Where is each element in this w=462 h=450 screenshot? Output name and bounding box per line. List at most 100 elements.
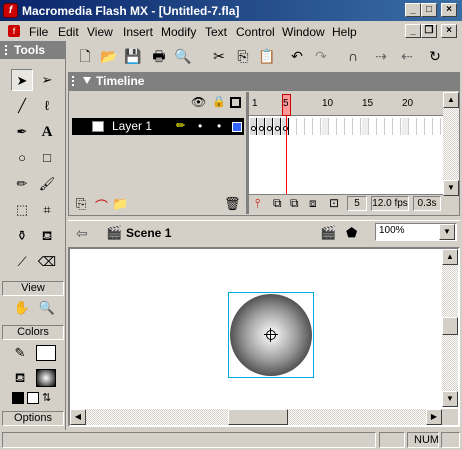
frame-cell[interactable] [394,118,401,135]
menu-view[interactable]: View [87,25,113,39]
menu-file[interactable]: File [29,25,48,39]
outline-icon[interactable] [230,97,241,108]
insert-folder-icon[interactable]: 📁 [112,196,128,212]
stage-hscroll[interactable]: ◀ ▶ [70,409,442,425]
stage-area[interactable]: ▲ ▼ ◀ ▶ [68,247,460,427]
rotate-icon[interactable]: ↻ [425,47,445,65]
scroll-right-button[interactable]: ▶ [426,409,442,425]
new-file-icon[interactable]: 🗋 [75,47,95,65]
cut-icon[interactable]: ✂ [209,47,229,65]
frame-cell[interactable] [410,118,417,135]
ink-bottle-tool-icon[interactable]: ⚱ [11,225,33,247]
menu-edit[interactable]: Edit [58,25,79,39]
frame-cell[interactable] [386,118,393,135]
frame-cell[interactable] [362,118,369,135]
insert-layer-icon[interactable]: ⎘ [76,196,86,212]
menu-control[interactable]: Control [236,25,275,39]
frame-cell[interactable] [298,118,305,135]
brush-tool-icon[interactable]: 🖌 [36,173,58,195]
eye-icon[interactable]: 👁 [191,95,206,109]
scroll-down-button[interactable]: ▼ [442,391,458,407]
edit-scene-icon[interactable]: 🎬 [320,225,336,241]
layer-color-box[interactable] [232,122,242,132]
menu-help[interactable]: Help [332,25,357,39]
menu-window[interactable]: Window [282,25,325,39]
lasso-tool-icon[interactable]: ℓ [36,95,58,117]
scroll-up-button[interactable]: ▲ [442,249,458,265]
paint-bucket-tool-icon[interactable]: ⛾ [36,225,58,247]
swap-colors-icon[interactable]: ⇅ [42,391,54,405]
lock-icon[interactable]: 🔒 [212,95,226,108]
pen-tool-icon[interactable]: ✒ [11,121,33,143]
arrow-tool-icon[interactable]: ➤ [11,69,33,91]
scroll-up-button[interactable]: ▲ [443,92,459,108]
frame-cell[interactable] [306,118,313,135]
keyframe-cell[interactable] [266,118,273,135]
layer-row[interactable]: Layer 1 ✏ • • [72,118,244,135]
frame-cell[interactable] [314,118,321,135]
fill-color-swatch[interactable] [36,369,56,387]
onion-skin-icon[interactable]: ⧉ [273,196,282,211]
print-preview-icon[interactable]: 🔍 [173,47,193,65]
keyframe-cell[interactable] [250,118,257,135]
doc-minimize-button[interactable]: _ [405,24,421,38]
add-guide-layer-icon[interactable]: ⌒ [95,196,108,215]
keyframe-cell[interactable] [258,118,265,135]
hand-tool-icon[interactable]: ✋ [11,297,33,319]
snap-magnet-icon[interactable]: ∩ [343,47,363,65]
redo-icon[interactable]: ↷ [311,47,331,65]
scroll-down-button[interactable]: ▼ [443,180,459,196]
keyframe-cell[interactable] [274,118,281,135]
zoom-tool-icon[interactable]: 🔍 [36,297,58,319]
modify-markers-icon[interactable]: ⊡ [329,196,339,210]
close-button[interactable]: × [441,3,457,17]
stage-vscroll[interactable]: ▲ ▼ [442,249,458,407]
vscroll-thumb[interactable] [442,317,458,335]
pencil-tool-icon[interactable]: ✏ [11,173,33,195]
straighten-icon[interactable]: ⇠ [397,47,417,65]
frame-cell[interactable] [354,118,361,135]
flash-icon[interactable]: f [3,3,18,18]
rectangle-tool-icon[interactable]: □ [36,147,58,169]
frame-rate-field[interactable]: 12.0 fps [371,196,409,211]
subselect-tool-icon[interactable]: ➢ [36,69,58,91]
frame-cell[interactable] [346,118,353,135]
delete-layer-icon[interactable]: 🗑 [224,196,241,212]
zoom-select[interactable]: 100% ▼ [375,223,457,241]
free-transform-tool-icon[interactable]: ⬚ [11,199,33,221]
copy-icon[interactable]: ⎘ [233,47,253,65]
doc-close-button[interactable]: × [441,24,457,38]
frame-cell[interactable] [426,118,433,135]
menu-text[interactable]: Text [205,25,227,39]
open-folder-icon[interactable]: 📂 [99,47,119,65]
timeline-header[interactable]: Timeline [68,72,460,90]
print-icon[interactable]: 🖶 [149,47,169,65]
frame-cell[interactable] [290,118,297,135]
zoom-dropdown-icon[interactable]: ▼ [439,224,455,240]
doc-restore-button[interactable]: ❐ [421,24,437,38]
fill-transform-tool-icon[interactable]: ⌗ [36,199,58,221]
doc-icon[interactable]: f [8,25,20,37]
collapse-triangle-icon[interactable] [83,77,91,84]
frame-cell[interactable] [434,118,441,135]
stroke-color-swatch[interactable] [36,345,56,361]
minimize-button[interactable]: _ [405,3,421,17]
timeline-vscroll[interactable]: ▲ ▼ [443,92,459,196]
save-icon[interactable]: 💾 [123,47,143,65]
no-color-icon[interactable] [27,392,39,404]
frame-cell[interactable] [338,118,345,135]
frame-cell[interactable] [402,118,409,135]
back-arrow-icon[interactable]: ⇦ [76,225,88,242]
frame-ruler[interactable] [249,92,443,116]
scroll-left-button[interactable]: ◀ [70,409,86,425]
eraser-tool-icon[interactable]: ⌫ [36,251,58,273]
center-frame-icon[interactable]: ⫯ [255,196,260,211]
line-tool-icon[interactable]: ╱ [11,95,33,117]
fill-color-icon[interactable]: ⛾ [9,367,31,389]
menu-modify[interactable]: Modify [161,25,196,39]
frame-cell[interactable] [370,118,377,135]
menu-insert[interactable]: Insert [123,25,153,39]
onion-outlines-icon[interactable]: ⧉ [290,196,299,211]
frame-cell[interactable] [322,118,329,135]
frame-cell[interactable] [418,118,425,135]
